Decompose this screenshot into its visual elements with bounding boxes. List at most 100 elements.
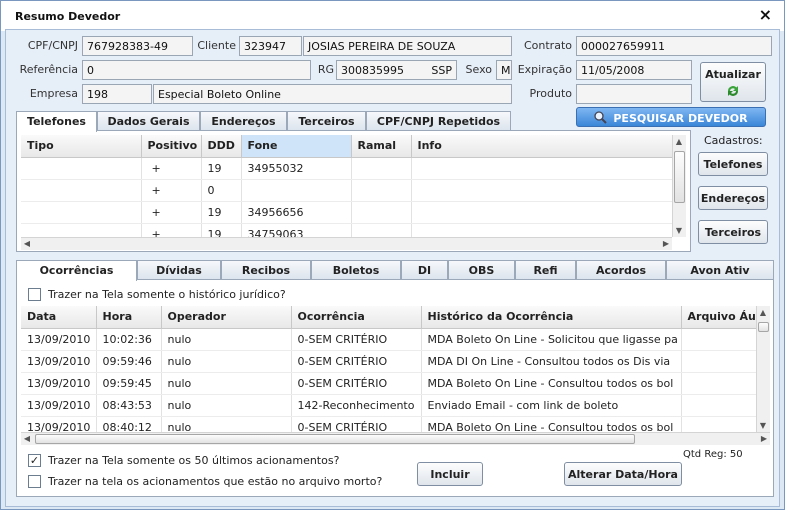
cadastro-terceiros-button[interactable]: Terceiros <box>698 220 768 244</box>
cell-hora: 09:59:45 <box>96 372 162 395</box>
col-data[interactable]: Data <box>21 306 97 329</box>
cell-data: 13/09/2010 <box>21 372 97 395</box>
cell-operador: nulo <box>161 372 292 395</box>
table-row[interactable]: 13/09/2010 08:43:53 nulo 142-Reconhecime… <box>21 394 756 417</box>
table-row[interactable]: 13/09/2010 10:02:36 nulo 0-SEM CRITÉRIO … <box>21 328 756 351</box>
scroll-right-icon[interactable]: ▶ <box>758 434 770 443</box>
expiracao-field[interactable]: 11/05/2008 <box>576 60 692 80</box>
phones-hscroll[interactable]: ◀ ▶ <box>21 237 672 250</box>
arquivo-morto-checkbox[interactable] <box>28 475 41 488</box>
juridico-checkbox[interactable] <box>28 288 41 301</box>
tab-terceiros[interactable]: Terceiros <box>287 111 366 131</box>
col-fone[interactable]: Fone <box>241 135 352 158</box>
col-historico[interactable]: Histórico da Ocorrência <box>421 306 682 329</box>
close-icon[interactable]: × <box>759 6 772 24</box>
cell-ramal <box>351 201 412 224</box>
cell-tipo <box>21 179 142 202</box>
col-positivo[interactable]: Positivo <box>141 135 202 158</box>
scroll-left-icon[interactable]: ◀ <box>21 434 33 443</box>
atualizar-button[interactable]: Atualizar <box>700 62 766 102</box>
col-hora[interactable]: Hora <box>96 306 162 329</box>
produto-field[interactable] <box>576 84 692 104</box>
tab-dados-gerais[interactable]: Dados Gerais <box>97 111 200 131</box>
phones-vscroll[interactable]: ▲ ▼ <box>672 135 686 237</box>
tab-ocorrencias[interactable]: Ocorrências <box>16 260 137 281</box>
cell-ramal <box>351 157 412 180</box>
top-tabs: Telefones Dados Gerais Endereços Terceir… <box>16 111 516 132</box>
col-ramal[interactable]: Ramal <box>351 135 412 158</box>
col-tipo[interactable]: Tipo <box>21 135 142 158</box>
cadastro-enderecos-button[interactable]: Endereços <box>698 186 768 210</box>
tab-refi[interactable]: Refi <box>515 260 576 280</box>
col-ocorrencia[interactable]: Ocorrência <box>291 306 422 329</box>
scroll-up-icon[interactable]: ▲ <box>673 137 685 146</box>
occurrences-hscroll[interactable]: ◀ ▶ <box>21 432 770 445</box>
col-arquivo[interactable]: Arquivo Áu <box>681 306 756 329</box>
table-row[interactable]: 13/09/2010 09:59:45 nulo 0-SEM CRITÉRIO … <box>21 372 756 395</box>
tab-avon-ativ[interactable]: Avon Ativ <box>666 260 774 280</box>
table-row[interactable]: 13/09/2010 08:40:12 nulo 0-SEM CRITÉRIO … <box>21 416 756 432</box>
tab-obs[interactable]: OBS <box>448 260 515 280</box>
tab-acordos[interactable]: Acordos <box>576 260 666 280</box>
cadastro-telefones-button[interactable]: Telefones <box>698 152 768 176</box>
cliente-name-field[interactable]: JOSIAS PEREIRA DE SOUZA <box>303 36 512 56</box>
tab-dividas[interactable]: Dívidas <box>137 260 221 280</box>
rg-label: RG <box>317 63 334 76</box>
last50-checkbox[interactable]: ✓ <box>28 454 41 467</box>
cell-historico: MDA Boleto On Line - Consultou todos os … <box>421 372 682 395</box>
sexo-label: Sexo <box>465 63 492 76</box>
sexo-field[interactable]: M <box>496 60 512 80</box>
bottom-tabs: Ocorrências Dívidas Recibos Boletos DI O… <box>16 260 774 281</box>
cell-positivo: + <box>141 179 202 202</box>
rg-field[interactable]: 300835995 SSP <box>336 60 457 80</box>
contrato-field[interactable]: 000027659911 <box>576 36 772 56</box>
referencia-field[interactable]: 0 <box>82 60 311 80</box>
cell-fone: 34956656 <box>241 201 352 224</box>
tab-cpf-repetidos[interactable]: CPF/CNPJ Repetidos <box>366 111 511 131</box>
table-row[interactable]: 13/09/2010 09:59:46 nulo 0-SEM CRITÉRIO … <box>21 350 756 373</box>
scroll-thumb[interactable] <box>35 434 635 444</box>
tab-enderecos[interactable]: Endereços <box>200 111 287 131</box>
tab-telefones[interactable]: Telefones <box>16 111 97 132</box>
tab-recibos[interactable]: Recibos <box>221 260 311 280</box>
scroll-up-icon[interactable]: ▲ <box>757 308 769 317</box>
col-info[interactable]: Info <box>411 135 672 158</box>
arquivo-morto-label: Trazer na tela os acionamentos que estão… <box>48 475 383 488</box>
tab-di[interactable]: DI <box>401 260 448 280</box>
pesquisar-label: PESQUISAR DEVEDOR <box>613 112 748 125</box>
window: Resumo Devedor × CPF/CNPJ 767928383-49 C… <box>0 0 785 510</box>
telefones-panel: Tipo Positivo DDD Fone Ramal Info + 19 3… <box>16 130 691 252</box>
col-ddd[interactable]: DDD <box>201 135 242 158</box>
cell-operador: nulo <box>161 328 292 351</box>
empresa-code-field[interactable]: 198 <box>82 84 152 104</box>
cell-arquivo <box>681 394 756 417</box>
qtd-reg: Qtd Reg: 50 <box>683 449 743 460</box>
cell-historico: MDA Boleto On Line - Solicitou que ligas… <box>421 328 682 351</box>
cliente-code-field[interactable]: 323947 <box>239 36 302 56</box>
referencia-label: Referência <box>19 63 78 76</box>
pesquisar-devedor-button[interactable]: PESQUISAR DEVEDOR <box>576 107 766 127</box>
empresa-name-field[interactable]: Especial Boleto Online <box>153 84 512 104</box>
table-row[interactable]: + 19 34759063 <box>21 223 672 237</box>
alterar-data-hora-button[interactable]: Alterar Data/Hora <box>564 462 682 486</box>
col-operador[interactable]: Operador <box>161 306 292 329</box>
table-row[interactable]: + 19 34956656 <box>21 201 672 224</box>
cell-ramal <box>351 179 412 202</box>
scroll-down-icon[interactable]: ▼ <box>757 421 769 430</box>
table-row[interactable]: + 0 <box>21 179 672 202</box>
cell-ocorrencia: 0-SEM CRITÉRIO <box>291 372 422 395</box>
rg-value: 300835995 <box>341 64 404 77</box>
scroll-left-icon[interactable]: ◀ <box>21 239 33 248</box>
phones-grid: Tipo Positivo DDD Fone Ramal Info + 19 3… <box>21 135 672 237</box>
table-row[interactable]: + 19 34955032 <box>21 157 672 180</box>
cell-ocorrencia: 142-Reconhecimento <box>291 394 422 417</box>
occurrences-vscroll[interactable]: ▲ ▼ <box>756 306 770 432</box>
scroll-down-icon[interactable]: ▼ <box>673 226 685 235</box>
scroll-thumb[interactable] <box>674 151 685 203</box>
cpf-field[interactable]: 767928383-49 <box>82 36 193 56</box>
tab-boletos[interactable]: Boletos <box>311 260 401 280</box>
scroll-thumb[interactable] <box>758 322 769 332</box>
incluir-button[interactable]: Incluir <box>417 462 483 486</box>
cell-info <box>411 179 672 202</box>
scroll-right-icon[interactable]: ▶ <box>660 239 672 248</box>
